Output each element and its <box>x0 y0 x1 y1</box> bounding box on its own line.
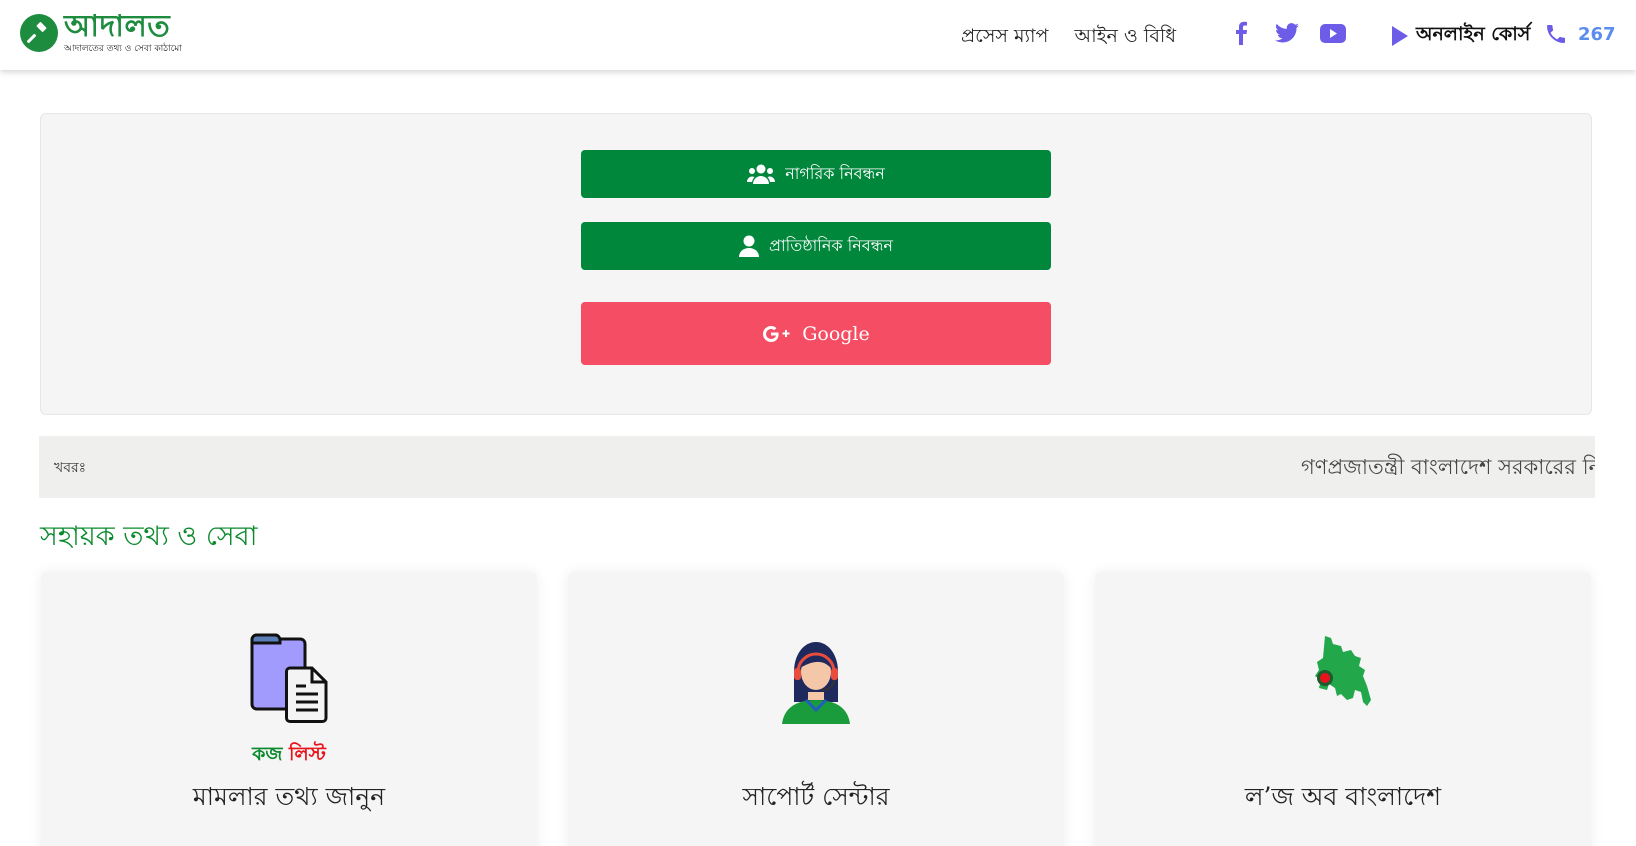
logo-title: আদালত <box>64 9 171 44</box>
google-label: Google <box>802 322 870 345</box>
card-title: মামলার তথ্য জানুন <box>192 782 386 811</box>
site-header: আদালত আদালতের তথ্য ও সেবা কাঠামো প্রসেস … <box>0 0 1636 70</box>
online-course-link[interactable]: অনলাইন কোর্স <box>1392 20 1530 52</box>
citizen-registration-label: নাগরিক নিবন্ধন <box>785 163 885 183</box>
organization-registration-label: প্রাতিষ্ঠানিক নিবন্ধন <box>769 235 893 255</box>
phone-contact[interactable]: 267 <box>1544 22 1616 46</box>
card-support-center[interactable]: সাপোর্ট সেন্টার <box>568 572 1064 846</box>
user-icon <box>739 235 760 257</box>
phone-icon <box>1547 25 1565 43</box>
card-title: ল’জ অব বাংলাদেশ <box>1244 782 1442 811</box>
badge-green-text: কজ <box>252 743 283 765</box>
logo-subtitle: আদালতের তথ্য ও সেবা কাঠামো <box>64 44 182 54</box>
organization-registration-button[interactable]: প্রাতিষ্ঠানিক নিবন্ধন <box>581 222 1051 270</box>
play-icon <box>1392 26 1408 46</box>
social-links <box>1228 20 1346 46</box>
citizen-registration-button[interactable]: নাগরিক নিবন্ধন <box>581 150 1051 198</box>
twitter-icon[interactable] <box>1274 20 1300 46</box>
card-case-info[interactable]: কজ লিস্ট মামলার তথ্য জানুন <box>41 572 537 846</box>
cause-list-badge: কজ লিস্ট <box>41 740 537 772</box>
facebook-icon[interactable] <box>1228 20 1254 46</box>
gavel-icon <box>20 14 58 52</box>
badge-red-text: লিস্ট <box>289 743 326 765</box>
main-nav: প্রসেস ম্যাপ আইন ও বিধি <box>961 22 1176 54</box>
folder-document-icon <box>248 632 330 728</box>
online-course-label: অনলাইন কোর্স <box>1416 23 1531 45</box>
site-logo[interactable]: আদালত আদালতের তথ্য ও সেবা কাঠামো <box>20 12 182 55</box>
card-laws-of-bangladesh[interactable]: ল’জ অব বাংলাদেশ <box>1095 572 1591 846</box>
users-icon <box>747 164 776 184</box>
youtube-icon[interactable] <box>1320 20 1346 46</box>
news-ticker: খবরঃ গণপ্রজাতন্ত্রী বাংলাদেশ সরকারের নি <box>39 436 1595 498</box>
bangladesh-map-icon <box>1311 632 1375 720</box>
google-login-button[interactable]: Google <box>581 302 1051 365</box>
card-title: সাপোর্ট সেন্টার <box>742 782 890 811</box>
support-agent-icon <box>776 632 856 728</box>
nav-process-map[interactable]: প্রসেস ম্যাপ <box>961 22 1048 54</box>
phone-number: 267 <box>1578 23 1616 45</box>
ticker-label: খবরঃ <box>54 460 87 476</box>
ticker-text[interactable]: গণপ্রজাতন্ত্রী বাংলাদেশ সরকারের নি <box>1301 451 1595 486</box>
google-plus-icon <box>763 325 790 342</box>
section-title: সহায়ক তথ্য ও সেবা <box>40 521 258 552</box>
nav-laws-rules[interactable]: আইন ও বিধি <box>1074 22 1176 54</box>
